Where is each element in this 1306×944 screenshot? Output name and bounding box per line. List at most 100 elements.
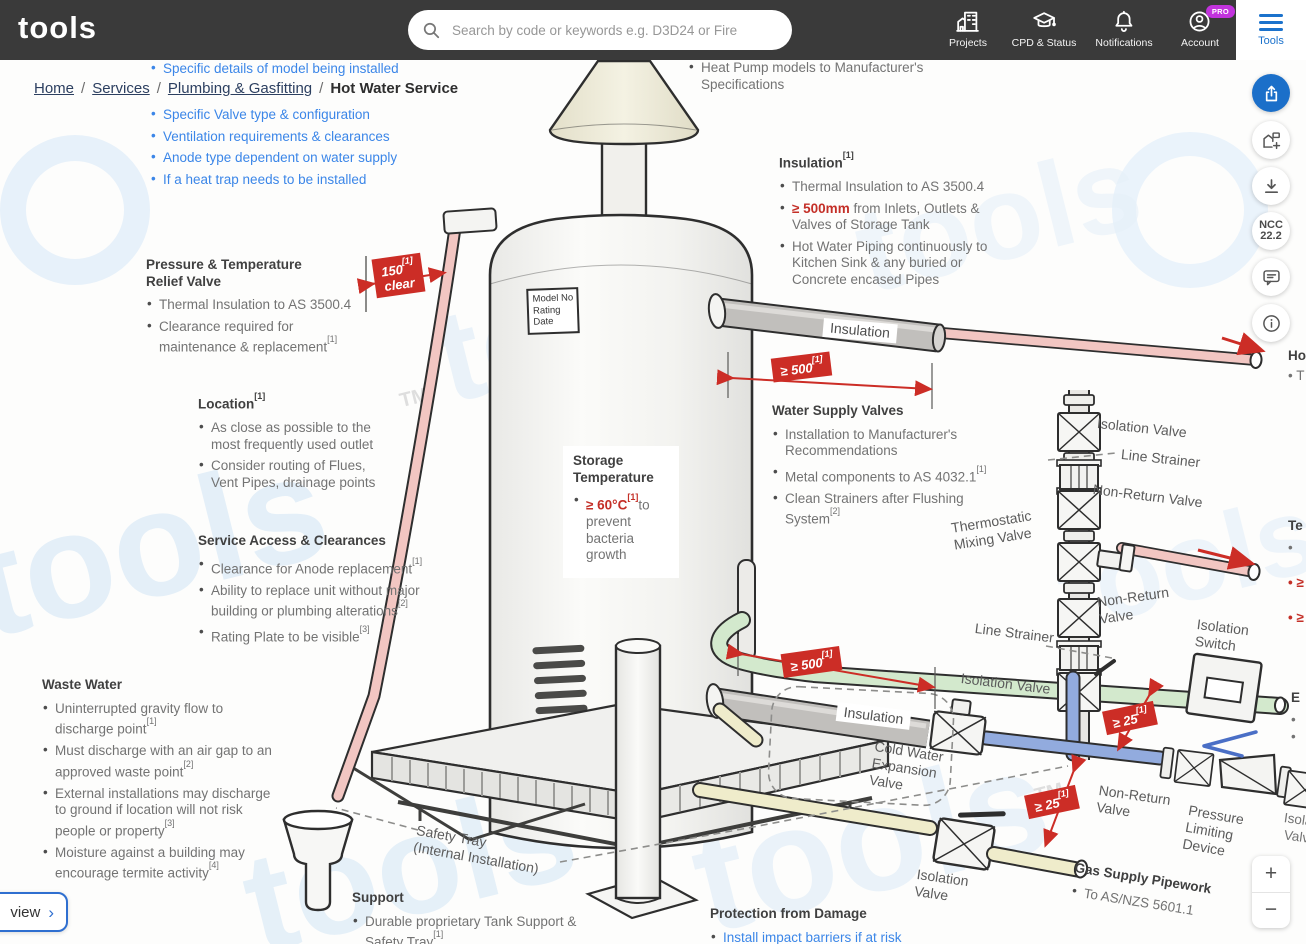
ncc-version-button[interactable]: NCC 22.2 — [1252, 212, 1290, 250]
share-button[interactable] — [1252, 74, 1290, 112]
tools-menu-button[interactable]: Tools — [1236, 0, 1306, 60]
link-item[interactable]: Specific Valve type & configuration — [150, 106, 397, 124]
annotation-item: Uninterrupted gravity flow to discharge … — [42, 700, 272, 739]
link-item[interactable]: Anode type dependent on water supply — [150, 149, 397, 167]
nav-label: Account — [1181, 37, 1219, 49]
label-cold-water-expansion-valve: Cold Water Expansion Valve — [868, 738, 945, 793]
annotation-item: Thermal Insulation to AS 3500.4 — [779, 178, 987, 196]
annotation-item: As close as possible to the most frequen… — [198, 419, 375, 453]
diagram-canvas[interactable]: tools tools tools tools tools tools TM T… — [0, 60, 1306, 944]
annotation-item: ≥ 500mm from Inlets, Outlets & Valves of… — [779, 200, 987, 234]
label-isolation-switch: Isolation Switch — [1193, 616, 1250, 654]
annotation-storage-temp: Storage Temperature ≥ 60°C[1]to prevent … — [563, 446, 679, 578]
app-window: tools Projects CPD & Status Notification… — [0, 0, 1306, 944]
annotation-location: Location[1] As close as possible to the … — [198, 391, 375, 496]
projects-icon — [956, 11, 980, 32]
label-pressure-limiting-device: Pressure Limiting Device — [1181, 802, 1246, 859]
ncc-line2: 22.2 — [1260, 230, 1282, 242]
annotation-item: Clearance required for maintenance & rep… — [146, 318, 351, 357]
link-item[interactable]: Ventilation requirements & clearances — [150, 128, 397, 146]
edge-label-e: E — [1291, 690, 1301, 705]
cold-water-expansion-valve — [929, 698, 987, 756]
info-icon — [1262, 314, 1280, 332]
edge-label-te-item: • ≥ — [1288, 610, 1304, 625]
annotation-heading: Storage Temperature — [573, 453, 654, 485]
annotation-heading: Protection from Damage — [710, 906, 867, 921]
info-button[interactable] — [1252, 304, 1290, 342]
edge-label-e-item: • — [1291, 729, 1296, 744]
annotation-item: Moisture against a building may encourag… — [42, 844, 272, 883]
annotation-heading: Water Supply Valves — [772, 403, 904, 418]
edge-label-hot: Ho — [1288, 348, 1306, 363]
tools-menu-label: Tools — [1258, 35, 1284, 47]
breadcrumb-home[interactable]: Home — [34, 80, 74, 97]
feedback-button[interactable] — [1252, 258, 1290, 296]
annotation-protection: Protection from Damage Install impact ba… — [710, 906, 902, 944]
hamburger-icon — [1259, 14, 1283, 31]
flue-and-draft-hood — [548, 60, 700, 222]
breadcrumb-separator: / — [81, 80, 86, 97]
overview-button[interactable]: view › — [0, 892, 68, 932]
label-isolation-valve-3: Isolation Valve — [913, 866, 970, 904]
nav-projects[interactable]: Projects — [949, 9, 987, 49]
annotation-item: Metal components to AS 4032.1[1] — [772, 464, 986, 486]
breadcrumb-current: Hot Water Service — [330, 80, 459, 97]
annotation-item: ≥ 60°C[1]to prevent bacteria growth — [573, 492, 669, 564]
line-strainer-symbol — [1056, 640, 1102, 676]
annotation-item: Ability to replace unit without major bu… — [198, 582, 422, 621]
zoom-in-button[interactable]: + — [1252, 856, 1290, 893]
comment-icon — [1262, 269, 1280, 285]
edge-label-te-item: • ≥ — [1288, 575, 1304, 590]
download-icon — [1264, 178, 1278, 193]
edge-label-te: Te — [1288, 518, 1303, 533]
isolation-switch-box — [1185, 652, 1263, 724]
breadcrumb: Home / Services / Plumbing & Gasfitting / Hot … — [34, 80, 458, 97]
annotation-heading: Insulation[1] — [779, 150, 854, 171]
annotation-item: Consider routing of Flues, Vent Pipes, d… — [198, 457, 375, 491]
non-return-valve-symbol — [1173, 748, 1215, 788]
nav-bar: tools Projects CPD & Status Notification… — [0, 0, 1236, 60]
annotation-item: Must discharge with an air gap to an app… — [42, 742, 272, 781]
annotation-heading: Support — [352, 890, 404, 905]
pt-relief-valve — [442, 207, 498, 235]
graduation-cap-icon — [1033, 12, 1056, 28]
annotation-heading: Location[1] — [198, 391, 266, 412]
edge-label-hot-item: • T — [1288, 368, 1305, 383]
link-item[interactable]: Install impact barriers if at risk — [710, 929, 902, 944]
annotation-waste-water: Waste Water Uninterrupted gravity flow t… — [42, 677, 272, 887]
annotation-item: Rating Plate to be visible[3] — [198, 624, 422, 646]
annotation-heading: Service Access & Clearances — [198, 533, 386, 548]
pro-badge: PRO — [1205, 5, 1235, 18]
annotation-model-details: Specific Valve type & configuration Vent… — [150, 106, 397, 193]
annotation-ptr-valve: Pressure & Temperature Relief Valve Ther… — [146, 257, 351, 361]
search-icon — [423, 22, 440, 38]
breadcrumb-plumbing[interactable]: Plumbing & Gasfitting — [168, 80, 312, 97]
link-item[interactable]: If a heat trap needs to be installed — [150, 171, 397, 189]
annotation-item: Installation to Manufacturer's Recommend… — [772, 426, 986, 460]
add-to-project-button[interactable] — [1252, 121, 1290, 159]
edge-label-e-item: • — [1291, 712, 1296, 727]
download-button[interactable] — [1252, 167, 1290, 205]
breadcrumb-separator: / — [156, 80, 161, 97]
nav-cpd-status[interactable]: CPD & Status — [1011, 9, 1077, 49]
breadcrumb-services[interactable]: Services — [92, 80, 150, 97]
app-logo[interactable]: tools — [18, 10, 97, 46]
search-input[interactable] — [450, 21, 792, 39]
nav-label: CPD & Status — [1011, 37, 1077, 49]
overview-label: view — [10, 903, 41, 921]
search-bar[interactable] — [408, 10, 792, 50]
flow-arrow-cold — [1202, 730, 1258, 758]
link-item[interactable]: Specific details of model being installe… — [150, 60, 399, 78]
zoom-out-button[interactable]: − — [1252, 893, 1290, 929]
nav-notifications[interactable]: Notifications — [1095, 9, 1153, 49]
nav-account[interactable]: PRO Account — [1181, 5, 1235, 49]
annotation-item: External installations may discharge to … — [42, 785, 272, 840]
dim-150-clear: 150[1] clear — [371, 252, 426, 299]
annotation-support: Support Durable proprietary Tank Support… — [352, 890, 576, 944]
breadcrumb-separator: / — [319, 80, 324, 97]
chevron-right-icon: › — [48, 902, 54, 922]
non-return-valve-symbol — [1057, 598, 1101, 638]
zoom-control: + − — [1252, 856, 1290, 928]
bell-icon — [1115, 10, 1133, 32]
annotation-heat-pump: Heat Pump models to Manufacturer's Speci… — [688, 60, 923, 98]
